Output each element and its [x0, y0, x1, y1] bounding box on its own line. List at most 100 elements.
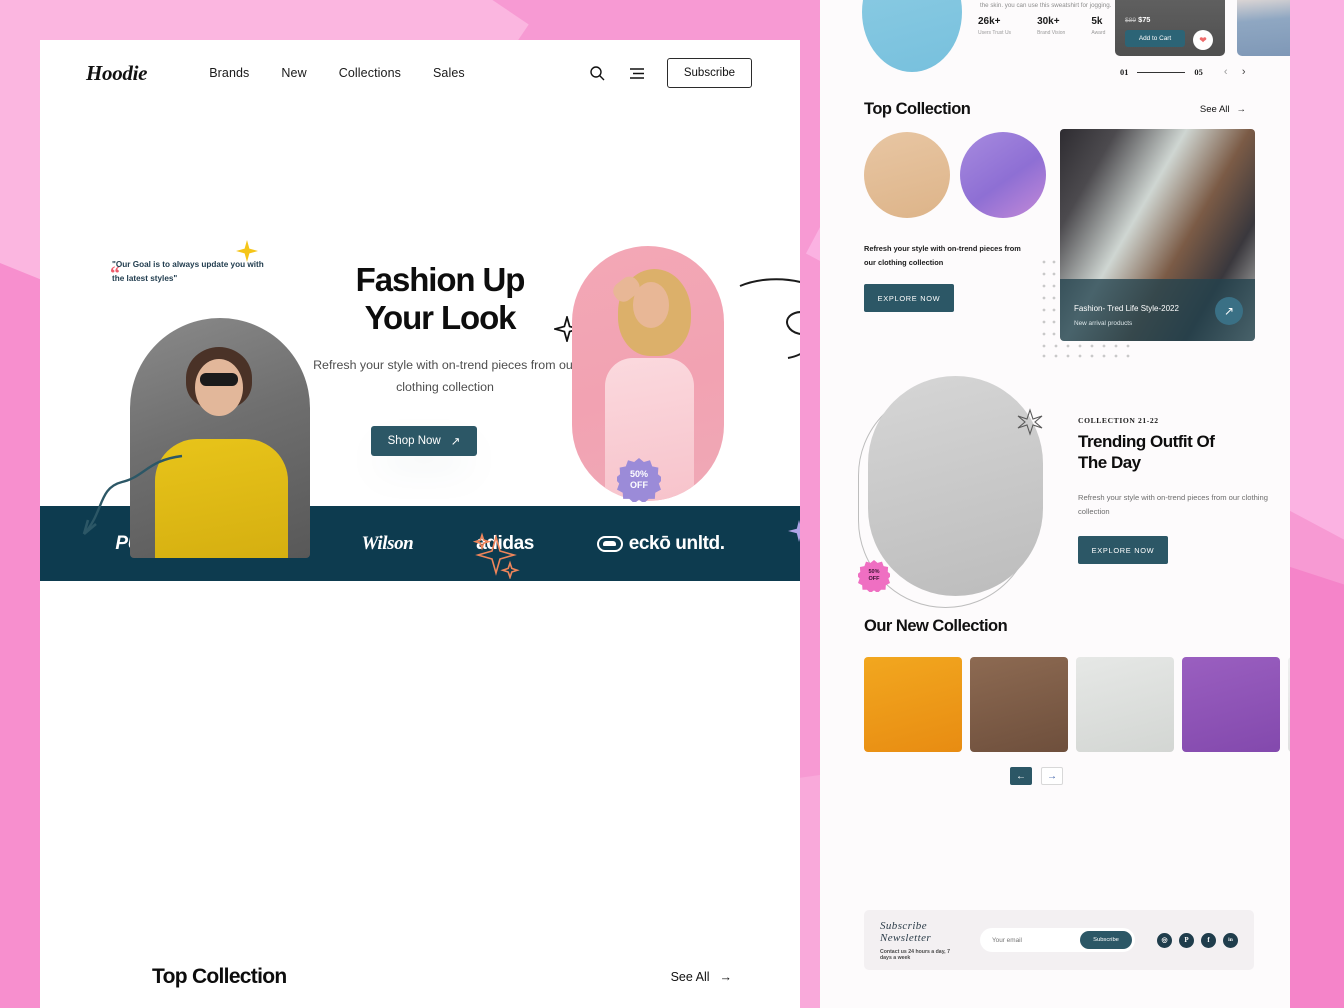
new-collection-card[interactable]	[1288, 657, 1290, 752]
desktop-artboard: Hoodie Brands New Collections Sales Subs…	[40, 40, 800, 1008]
collection-feature-title: Fashion- Tred Life Style-2022	[1074, 304, 1179, 313]
see-all-label: See All	[670, 970, 710, 984]
hero-quote: "Our Goal is to always update you with t…	[112, 260, 264, 283]
mobile-featured-stats: 26k+ Users Trust Us 30k+ Brand Vision 5k…	[978, 16, 1105, 36]
top-collection-header: Top Collection See All →	[152, 965, 732, 989]
dot-grid-decoration	[1042, 344, 1130, 358]
main-navigation: Brands New Collections Sales	[209, 66, 465, 80]
discount-off-label: OFF	[868, 576, 880, 582]
newsletter-subtitle: Contact us 24 hours a day, 7 days a week	[880, 948, 950, 961]
collection-thumb-circle[interactable]	[864, 132, 950, 218]
collection-thumb-circle[interactable]	[960, 132, 1046, 218]
brand-logo-wilson: Wilson	[361, 532, 414, 554]
explore-now-button[interactable]: EXPLORE NOW	[1078, 536, 1168, 565]
product-card[interactable]	[1237, 0, 1290, 56]
heart-icon[interactable]: ❤	[1193, 30, 1213, 50]
site-header: Hoodie Brands New Collections Sales Subs…	[40, 40, 800, 106]
chevron-left-icon[interactable]: ‹	[1217, 63, 1235, 81]
trending-title-line2: The Day	[1078, 452, 1141, 472]
see-all-link[interactable]: See All →	[1200, 104, 1246, 115]
facebook-icon[interactable]: f	[1201, 932, 1216, 948]
mobile-top-collection-section: Top Collection See All → Refresh your st…	[820, 92, 1290, 362]
email-field[interactable]	[992, 936, 1080, 944]
trending-kicker: COLLECTION 21-22	[1078, 416, 1159, 425]
top-collection-title: Top Collection	[152, 965, 287, 988]
mobile-stat-award-label: Award	[1091, 30, 1106, 36]
hero-section: “ "Our Goal is to always update you with…	[40, 106, 800, 579]
subscribe-button[interactable]: Subscribe	[666, 58, 752, 88]
shop-now-label: Shop Now	[387, 435, 441, 447]
new-collection-row	[864, 657, 1290, 752]
brand-logo-adidas: adidas	[476, 532, 534, 554]
trending-outfit-section: 50% OFF COLLECTION 21-22 Trending Outfit…	[820, 362, 1290, 617]
arrow-right-icon: →	[719, 970, 733, 984]
hero-subtitle: Refresh your style with on-trend pieces …	[313, 358, 577, 395]
new-collection-card[interactable]	[1182, 657, 1280, 752]
mobile-top-collection-header: Top Collection See All →	[864, 92, 1246, 119]
newsletter-subscribe-button[interactable]: Subscribe	[1080, 931, 1132, 949]
arrow-right-icon[interactable]: →	[1041, 767, 1063, 785]
arrow-up-right-icon[interactable]: ↗	[1215, 297, 1243, 325]
see-all-link[interactable]: See All →	[671, 970, 732, 984]
hamburger-menu-icon[interactable]	[627, 63, 647, 83]
see-all-label: See All	[1199, 104, 1230, 115]
new-collection-card[interactable]	[864, 657, 962, 752]
hero-left-sunglasses	[200, 373, 238, 387]
discount-percent: 50%	[629, 469, 648, 480]
mobile-stat-award: 5k Award	[1091, 16, 1105, 36]
arrow-up-right-icon: ↗	[450, 436, 461, 448]
newsletter-form: Subscribe	[980, 928, 1135, 952]
hero-title-line2: Your Look	[364, 299, 517, 337]
instagram-icon[interactable]: ◎	[1157, 932, 1172, 948]
shop-now-button[interactable]: Shop Now ↗	[371, 426, 477, 456]
sparkle-outline-icon	[1017, 408, 1043, 436]
carousel-total-index: 05	[1194, 67, 1203, 77]
newsletter-text: Subscribe Newsletter Contact us 24 hours…	[880, 920, 958, 961]
brand-logo-ecko: eckō unltd.	[596, 532, 725, 555]
collection-feature-card[interactable]: Fashion- Tred Life Style-2022 New arriva…	[1060, 129, 1255, 341]
mobile-stat-brand: 30k+ Brand Vision	[1037, 16, 1065, 36]
hero-left-face	[194, 358, 244, 417]
trending-description: Refresh your style with on-trend pieces …	[1078, 493, 1268, 516]
ecko-rhino-icon	[596, 535, 623, 552]
nav-item-new[interactable]: New	[281, 66, 306, 80]
mobile-featured-section: the skin. you can use this sweatshirt fo…	[820, 0, 1290, 92]
search-icon[interactable]	[587, 63, 607, 83]
social-links: ◎ P f in	[1157, 932, 1238, 948]
product-card[interactable]: $89 $75 Add to Cart ❤	[1115, 0, 1225, 56]
carousel-progress-line[interactable]	[1137, 71, 1186, 73]
pinterest-icon[interactable]: P	[1179, 932, 1194, 948]
arrow-left-icon[interactable]: ←	[1010, 767, 1032, 785]
newsletter-title: Subscribe Newsletter	[880, 919, 932, 944]
new-collection-title: Our New Collection	[864, 617, 1008, 635]
linkedin-icon[interactable]: in	[1223, 932, 1238, 948]
mobile-stat-users: 26k+ Users Trust Us	[978, 16, 1011, 36]
nav-item-collections[interactable]: Collections	[339, 66, 401, 80]
dot-grid-decoration	[1042, 260, 1056, 336]
trending-text-block: COLLECTION 21-22 Trending Outfit Of The …	[1078, 416, 1278, 565]
mobile-stat-award-value: 5k	[1091, 16, 1103, 27]
newsletter-bar: Subscribe Newsletter Contact us 24 hours…	[864, 910, 1254, 970]
explore-now-button[interactable]: EXPLORE NOW	[864, 284, 954, 312]
decorative-arrow-icon	[82, 454, 183, 535]
new-collection-card[interactable]	[1076, 657, 1174, 752]
mobile-featured-thumbnail[interactable]	[862, 0, 962, 72]
trending-title: Trending Outfit Of The Day	[1078, 432, 1278, 473]
brand-logo[interactable]: Hoodie	[86, 61, 148, 86]
new-collection-card[interactable]	[970, 657, 1068, 752]
nav-item-sales[interactable]: Sales	[433, 66, 465, 80]
new-collection-nav: ← →	[1010, 767, 1063, 785]
chevron-right-icon[interactable]: ›	[1235, 63, 1253, 81]
mobile-stat-users-value: 26k+	[978, 16, 1001, 27]
header-actions: Subscribe	[587, 58, 752, 88]
brand-logo-ecko-label: eckō unltd.	[628, 532, 725, 554]
new-collection-header: Our New Collection	[864, 617, 1246, 636]
top-collection-description: Refresh your style with on-trend pieces …	[864, 244, 1021, 267]
product-old-price: $89	[1125, 17, 1137, 24]
trending-title-line1: Trending Outfit Of	[1078, 432, 1215, 451]
new-collection-section: Our New Collection ← →	[820, 617, 1290, 807]
nav-item-brands[interactable]: Brands	[209, 66, 249, 80]
mobile-stat-brand-value: 30k+	[1037, 16, 1060, 27]
decorative-squiggle-icon	[739, 278, 800, 359]
add-to-cart-button[interactable]: Add to Cart	[1125, 30, 1185, 47]
